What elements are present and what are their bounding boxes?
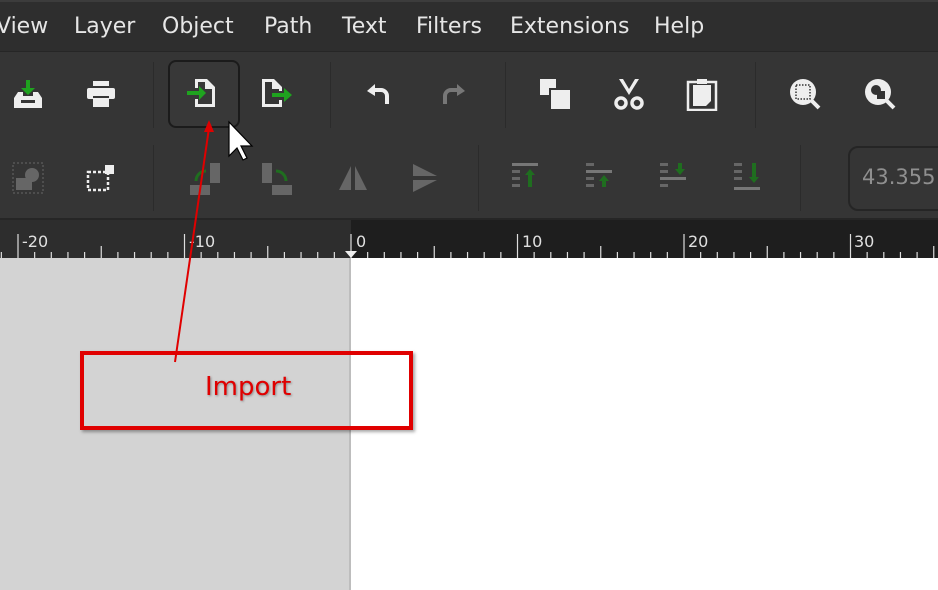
horizontal-ruler[interactable]: -20 -10 0 10 20 30 (0, 220, 938, 258)
menu-path[interactable]: Path (264, 14, 312, 39)
rotate-ccw-icon (190, 163, 220, 195)
print-button[interactable] (73, 66, 129, 122)
raise-icon (586, 163, 612, 187)
zoom-selection-button[interactable] (777, 66, 833, 122)
separator (505, 62, 506, 128)
menu-extensions[interactable]: Extensions (510, 14, 629, 39)
paste-button[interactable] (674, 66, 730, 122)
ruler-label: 10 (522, 232, 543, 251)
lower-icon (660, 163, 686, 187)
ruler-origin-marker (345, 251, 357, 258)
flip-vertical-button[interactable] (397, 150, 453, 206)
canvas-page[interactable] (353, 258, 938, 590)
separator (153, 145, 154, 211)
zoom-drawing-button[interactable] (852, 66, 908, 122)
flip-vertical-icon (413, 164, 437, 192)
select-all-icon (12, 162, 44, 194)
menu-help[interactable]: Help (654, 14, 704, 39)
undo-icon (367, 84, 389, 104)
commands-toolbar (0, 52, 938, 135)
cut-icon (614, 79, 644, 110)
separator (800, 145, 801, 211)
select-all-in-all-layers-icon (86, 165, 114, 192)
rotate-cw-icon (262, 163, 292, 195)
ruler-label: -10 (189, 232, 216, 251)
flip-horizontal-icon (339, 166, 367, 190)
menu-filters[interactable]: Filters (416, 14, 482, 39)
ruler-ticks (0, 234, 935, 258)
raise-to-top-button[interactable] (499, 150, 555, 206)
separator (478, 145, 479, 211)
lower-to-bottom-icon (734, 163, 760, 190)
rotate-cw-button[interactable] (249, 150, 305, 206)
rotate-ccw-button[interactable] (177, 150, 233, 206)
save-icon (14, 80, 42, 108)
menu-view[interactable]: View (0, 14, 48, 39)
menu-object[interactable]: Object (162, 14, 234, 39)
separator (153, 62, 154, 128)
zoom-selection-icon (790, 79, 821, 110)
menu-text[interactable]: Text (342, 14, 387, 39)
zoom-drawing-icon (865, 79, 896, 110)
undo-button[interactable] (350, 66, 406, 122)
save-button[interactable] (0, 66, 56, 122)
separator (755, 62, 756, 128)
x-coordinate-input[interactable]: 43.355 (848, 146, 938, 211)
raise-to-top-icon (512, 163, 538, 187)
cut-button[interactable] (601, 66, 657, 122)
select-all-button[interactable] (0, 150, 56, 206)
import-button[interactable] (168, 60, 240, 128)
paste-icon (686, 79, 718, 111)
export-icon (262, 79, 292, 107)
ruler-label: -20 (22, 232, 49, 251)
raise-button[interactable] (573, 150, 629, 206)
redo-button[interactable] (426, 66, 482, 122)
redo-icon (443, 84, 465, 104)
ruler-label: 20 (688, 232, 709, 251)
export-button[interactable] (249, 66, 305, 122)
lower-button[interactable] (647, 150, 703, 206)
select-all-layers-button[interactable] (72, 150, 128, 206)
duplicate-button[interactable] (527, 66, 583, 122)
separator (330, 62, 331, 128)
annotation-label: Import (205, 372, 292, 402)
menu-bar: View Layer Object Path Text Filters Exte… (0, 0, 938, 52)
lower-to-bottom-button[interactable] (721, 150, 777, 206)
ruler-label: 30 (854, 232, 875, 251)
duplicate-icon (540, 79, 570, 109)
selector-toolbar: X: (0, 135, 938, 324)
menu-layer[interactable]: Layer (74, 14, 135, 39)
print-icon (87, 81, 115, 107)
ruler-label: 0 (356, 232, 367, 251)
flip-horizontal-button[interactable] (325, 150, 381, 206)
import-icon (187, 79, 215, 107)
